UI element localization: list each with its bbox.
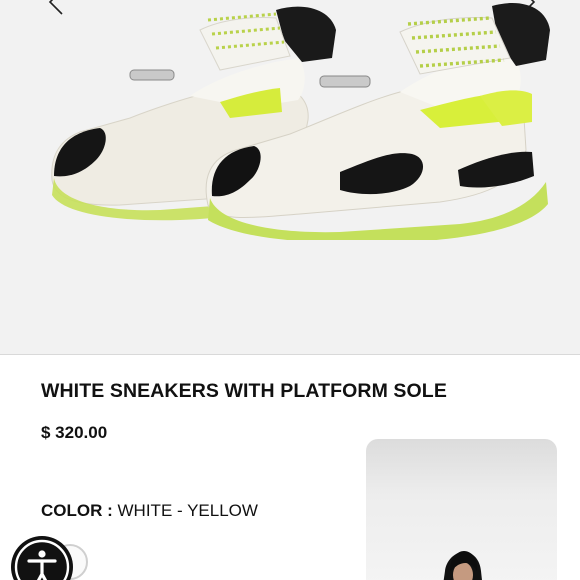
color-label: COLOR : [41, 501, 113, 520]
product-photo [51, 3, 550, 240]
accessibility-icon[interactable] [9, 534, 75, 580]
gallery-divider [0, 354, 580, 355]
product-image-gallery[interactable] [0, 0, 580, 355]
color-selection: COLOR : WHITE - YELLOW [41, 501, 258, 521]
model-thumbnail[interactable] [366, 439, 557, 580]
product-price: $ 320.00 [41, 423, 108, 442]
color-value: WHITE - YELLOW [117, 501, 258, 520]
model-photo [443, 551, 482, 580]
product-title: WHITE SNEAKERS WITH PLATFORM SOLE [41, 380, 447, 402]
